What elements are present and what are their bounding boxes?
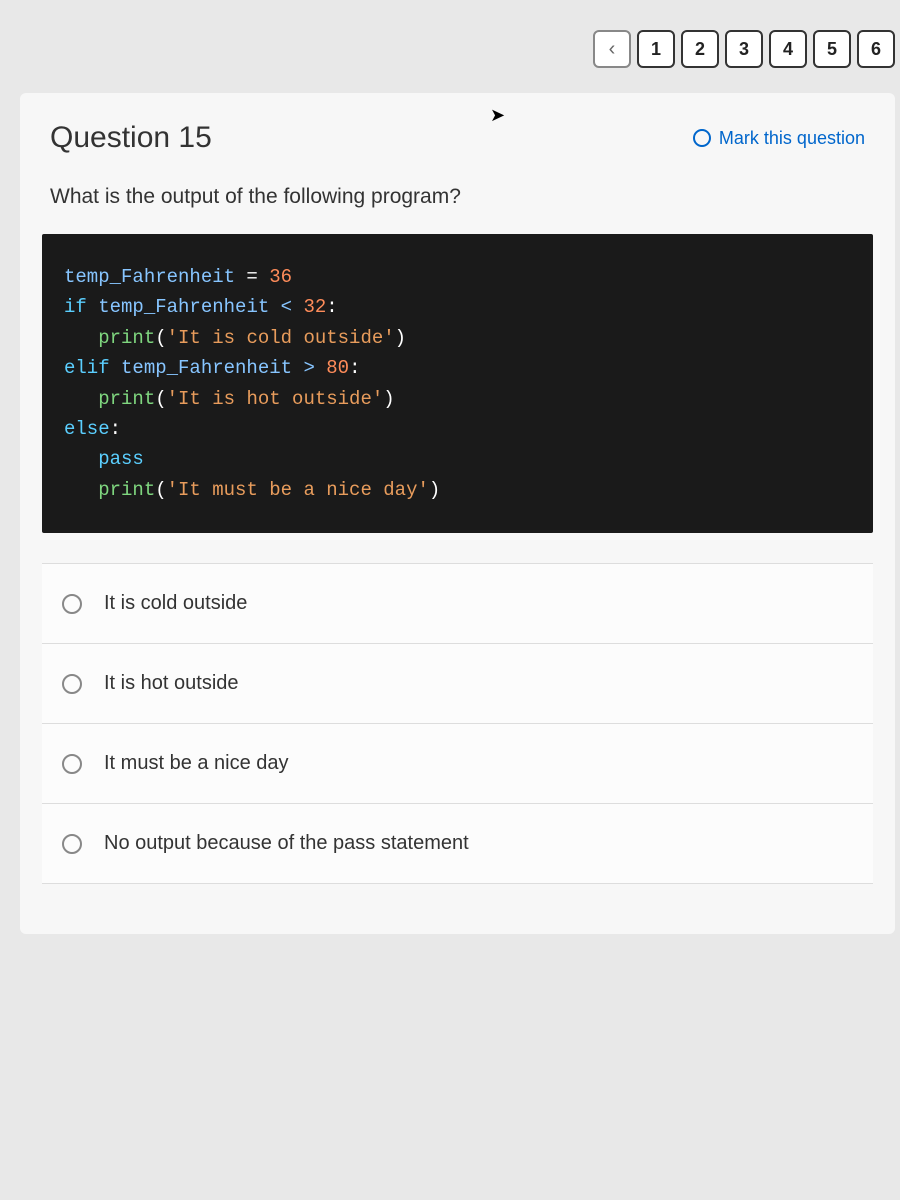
- prev-page-button[interactable]: ‹: [593, 30, 631, 68]
- radio-icon: [62, 754, 82, 774]
- answer-text: No output because of the pass statement: [104, 832, 469, 855]
- answer-list: It is cold outside It is hot outside It …: [20, 563, 895, 934]
- page-navigation: ‹ 1 2 3 4 5 6: [20, 20, 900, 93]
- answer-text: It is cold outside: [104, 592, 247, 615]
- chevron-left-icon: ‹: [609, 38, 616, 61]
- page-6-button[interactable]: 6: [857, 30, 895, 68]
- code-block: temp_Fahrenheit = 36 if temp_Fahrenheit …: [42, 234, 873, 533]
- answer-text: It must be a nice day: [104, 752, 289, 775]
- answer-option-a[interactable]: It is cold outside: [42, 563, 873, 644]
- mark-question-toggle[interactable]: Mark this question: [693, 128, 865, 149]
- radio-icon: [62, 674, 82, 694]
- answer-text: It is hot outside: [104, 672, 239, 695]
- page-5-button[interactable]: 5: [813, 30, 851, 68]
- question-prompt: What is the output of the following prog…: [20, 175, 895, 234]
- question-title: Question 15: [50, 121, 212, 155]
- mark-question-label: Mark this question: [719, 128, 865, 149]
- answer-option-c[interactable]: It must be a nice day: [42, 724, 873, 804]
- question-card: Question 15 Mark this question What is t…: [20, 93, 895, 934]
- page-1-button[interactable]: 1: [637, 30, 675, 68]
- page-4-button[interactable]: 4: [769, 30, 807, 68]
- radio-icon: [62, 834, 82, 854]
- answer-option-d[interactable]: No output because of the pass statement: [42, 804, 873, 884]
- page-3-button[interactable]: 3: [725, 30, 763, 68]
- answer-option-b[interactable]: It is hot outside: [42, 644, 873, 724]
- radio-icon: [62, 594, 82, 614]
- mark-radio-icon: [693, 129, 711, 147]
- page-2-button[interactable]: 2: [681, 30, 719, 68]
